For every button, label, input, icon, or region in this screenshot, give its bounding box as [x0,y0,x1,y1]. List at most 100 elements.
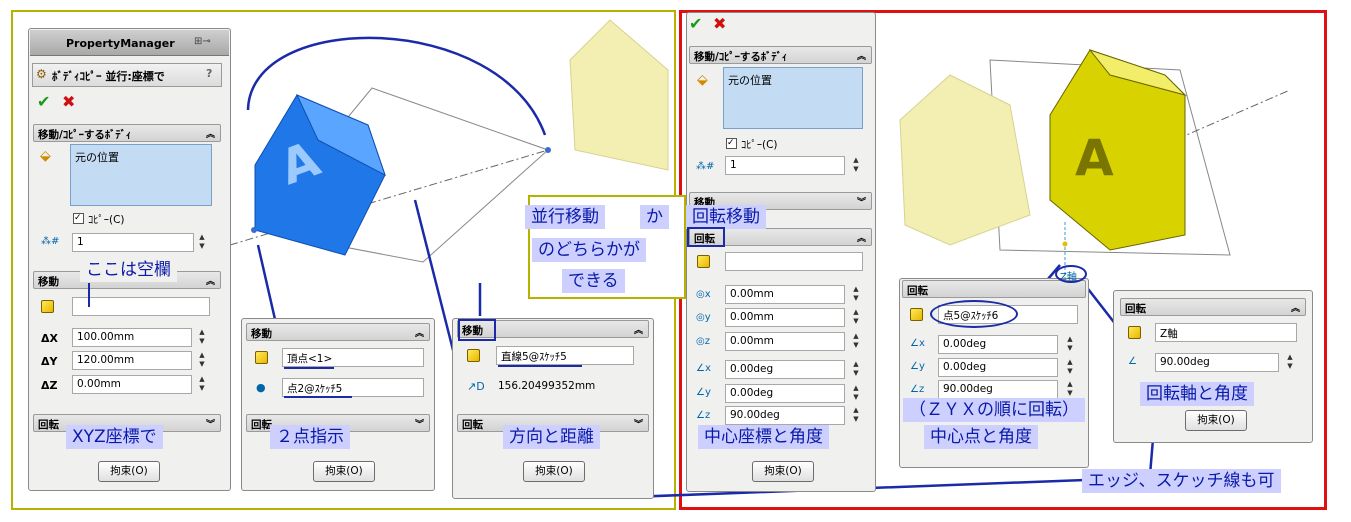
annotation-ka: か [640,205,669,229]
count-field[interactable]: 1 [725,156,845,175]
collapse-icon[interactable]: ︽ [1291,301,1300,314]
constraint-button[interactable]: 拘束(O) [98,461,160,482]
cancel-button[interactable]: ✖ [62,92,75,111]
distance-value[interactable]: 156.20499352mm [498,380,595,392]
rx-icon: ∠x [910,338,925,349]
rz-icon: ∠z [910,384,925,395]
ry-spinner[interactable]: ▲ ▼ [1064,358,1076,377]
count-spinner[interactable]: ▲ ▼ [196,233,208,252]
dz-spinner[interactable]: ▲ ▼ [196,375,208,394]
bodies-item[interactable]: 元の位置 [728,72,772,88]
constraint-button[interactable]: 拘束(O) [313,461,375,482]
feature-name: ﾎﾞﾃﾞｨｺﾋﾟｰ 並行:座標で [52,70,165,83]
move-section-header[interactable]: 移動 ︽ [246,323,430,341]
count-field[interactable]: 1 [72,233,194,252]
count-icon: ⁂# [41,236,60,247]
axis-field[interactable]: Z軸 [1155,323,1297,342]
count-icon: ⁂# [696,161,715,172]
ry-field[interactable]: 0.00deg [938,358,1058,377]
body-icon: ⬙ [697,72,708,88]
highlight-zaxis-ellipse [1055,265,1087,283]
copy-checkbox[interactable]: ✓ [726,138,737,149]
ry-icon: ∠y [910,361,925,372]
x-icon: ◎x [696,289,711,300]
highlight-move-tab [458,319,496,341]
ok-button[interactable]: ✔ [37,92,50,111]
x-field[interactable]: 0.00mm [725,285,845,304]
bodies-item[interactable]: 元の位置 [75,149,119,165]
annotation-center-point: 中心点と角度 [924,425,1038,449]
x-spinner[interactable]: ▲ ▼ [850,285,862,304]
rx-icon: ∠x [696,363,711,374]
expand-icon[interactable]: ︾ [415,417,424,430]
copy-label: ｺﾋﾟｰ(C) [88,214,125,226]
center-icon [697,255,710,268]
center-field[interactable] [725,252,863,271]
constraint-button[interactable]: 拘束(O) [752,461,814,482]
from-field[interactable]: 頂点<1> [282,348,424,367]
constraint-button[interactable]: 拘束(O) [523,461,585,482]
z-field[interactable]: 0.00mm [725,332,845,351]
collapse-icon[interactable]: ︽ [206,127,215,140]
vertex-point [251,227,257,233]
collapse-icon[interactable]: ︽ [857,49,866,62]
z-spinner[interactable]: ▲ ▼ [850,332,862,351]
dy-spinner[interactable]: ▲ ▼ [196,351,208,370]
count-spinner[interactable]: ▲ ▼ [850,156,862,175]
rz-field[interactable]: 90.00deg [725,406,845,425]
collapse-icon[interactable]: ︽ [206,274,215,287]
expand-icon[interactable]: ︾ [857,195,866,208]
underline-to [284,396,352,398]
rx-field[interactable]: 0.00deg [938,335,1058,354]
reference-field[interactable] [72,297,210,316]
bodies-section-header[interactable]: 移動/ｺﾋﾟｰするﾎﾞﾃﾞｨ ︽ [33,124,221,142]
highlight-rotate-tab [687,227,725,247]
rx-spinner[interactable]: ▲ ▼ [850,360,862,379]
dx-spinner[interactable]: ▲ ▼ [196,328,208,347]
constraint-button[interactable]: 拘束(O) [1185,410,1247,431]
dy-field[interactable]: 120.00mm [72,351,192,370]
angle-field[interactable]: 90.00deg [1155,353,1279,372]
pin-icon[interactable]: ⊞⊸ [194,36,224,50]
y-field[interactable]: 0.00mm [725,308,845,327]
rx-spinner[interactable]: ▲ ▼ [1064,335,1076,354]
copy-checkbox[interactable]: ✓ [73,213,84,224]
rotate-section-header[interactable]: 回転 ︽ [1120,298,1306,316]
annotation-dir-dist: 方向と距離 [503,425,600,449]
bodies-section-header[interactable]: 移動/ｺﾋﾟｰするﾎﾞﾃﾞｨ ︽ [689,46,872,64]
collapse-icon[interactable]: ︽ [857,231,866,244]
angle-spinner[interactable]: ▲ ▼ [1284,353,1296,372]
expand-icon[interactable]: ︾ [206,417,215,430]
ok-button[interactable]: ✔ [689,14,702,33]
cancel-button[interactable]: ✖ [713,14,726,33]
axis-icon [1128,326,1141,339]
dy-label: ΔY [41,355,58,368]
rz-spinner[interactable]: ▲ ▼ [1064,380,1076,399]
rz-spinner[interactable]: ▲ ▼ [850,406,862,425]
dz-field[interactable]: 0.00mm [72,375,192,394]
annotation-zyx: （ＺＹＸの順に回転） [903,398,1085,422]
body-copy-icon: ⚙ [36,67,47,81]
direction-field[interactable]: 直線5@ｽｹｯﾁ5 [496,346,634,365]
collapse-icon[interactable]: ︽ [415,326,424,339]
annotation-two-points: ２点指示 [270,425,350,449]
pm-title: PropertyManager [66,37,175,50]
rz-field[interactable]: 90.00deg [938,380,1058,399]
to-field[interactable]: 点2@ｽｹｯﾁ5 [282,378,424,397]
annotation-rotation: 回転移動 [686,205,766,229]
ry-spinner[interactable]: ▲ ▼ [850,384,862,403]
dz-label: ΔZ [41,379,58,392]
annotation-edge: エッジ、スケッチ線も可 [1082,469,1281,493]
help-icon[interactable]: ? [206,67,212,80]
dx-field[interactable]: 100.00mm [72,328,192,347]
dx-label: ΔX [41,332,58,345]
expand-icon[interactable]: ︾ [634,417,643,430]
body-icon: ⬙ [40,148,51,164]
annotation-xyz: XYZ座標で [66,425,163,449]
rx-field[interactable]: 0.00deg [725,360,845,379]
rotate-section-header[interactable]: 回転 [902,280,1086,298]
collapse-icon[interactable]: ︽ [634,323,643,336]
reference-icon [41,300,54,313]
ry-field[interactable]: 0.00deg [725,384,845,403]
y-spinner[interactable]: ▲ ▼ [850,308,862,327]
